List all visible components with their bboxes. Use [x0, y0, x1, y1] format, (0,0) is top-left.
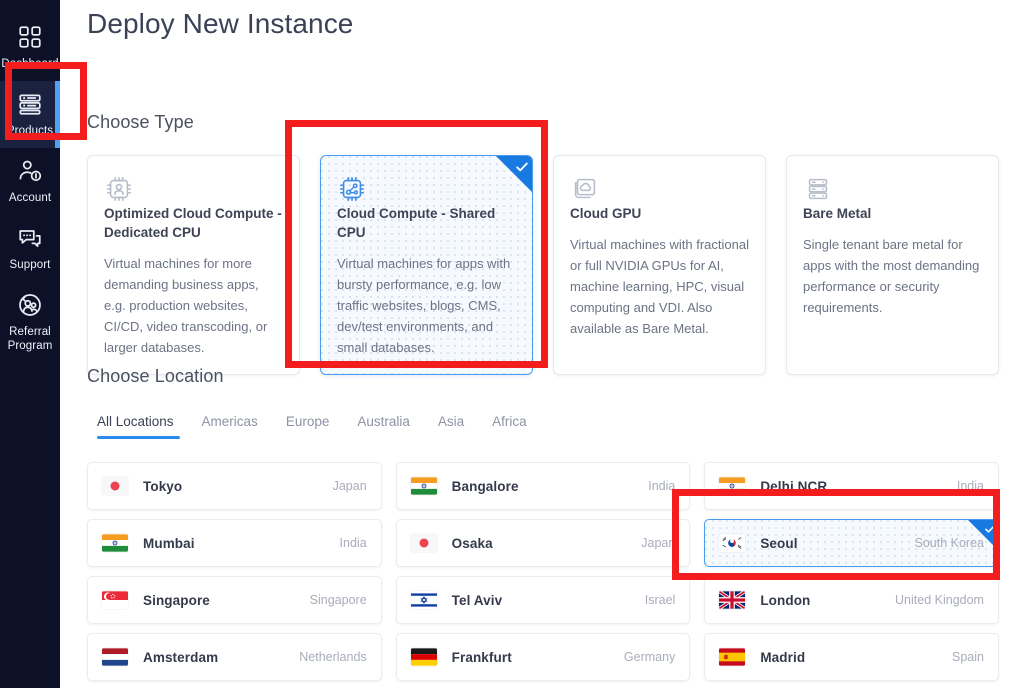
- location-country: India: [339, 536, 367, 550]
- location-city: Tel Aviv: [451, 592, 503, 608]
- user-account-icon: [17, 158, 43, 184]
- chat-support-icon: [17, 225, 43, 251]
- location-country: United Kingdom: [895, 593, 984, 607]
- flag-icon-sg: [102, 591, 128, 609]
- location-city: Delhi NCR: [760, 478, 828, 494]
- referral-users-icon: [17, 292, 43, 318]
- instance-type-card-grid: Optimized Cloud Compute - Dedicated CPU V…: [87, 155, 999, 375]
- location-city: Amsterdam: [143, 649, 219, 665]
- location-country: Netherlands: [299, 650, 367, 664]
- location-card[interactable]: Frankfurt Germany: [395, 633, 691, 681]
- choose-type-heading: Choose Type: [87, 112, 194, 132]
- location-city: Osaka: [451, 535, 493, 551]
- instance-type-description: Virtual machines for more demanding busi…: [104, 256, 268, 355]
- location-card[interactable]: Mumbai India: [87, 519, 382, 567]
- location-city: London: [760, 592, 811, 608]
- flag-icon-il: [410, 591, 437, 609]
- location-country: India: [956, 479, 984, 493]
- sidebar-item-referral-program[interactable]: Referral Program: [0, 282, 60, 363]
- main-content: Deploy New Instance Choose Type Optimize…: [60, 0, 1024, 688]
- location-country: Israel: [644, 593, 676, 607]
- choose-location-heading: Choose Location: [87, 366, 224, 386]
- tab-asia[interactable]: Asia: [424, 410, 478, 439]
- flag-icon-jp: [410, 534, 437, 552]
- location-card[interactable]: London United Kingdom: [704, 576, 999, 624]
- sidebar-item-label: Referral Program: [7, 326, 53, 352]
- tab-australia[interactable]: Australia: [343, 410, 424, 439]
- location-card[interactable]: Osaka Japan: [395, 519, 691, 567]
- location-country: Spain: [952, 650, 984, 664]
- selected-check-icon: [496, 156, 532, 192]
- location-city: Seoul: [760, 535, 798, 551]
- bare-metal-server-icon: [803, 174, 982, 204]
- location-card[interactable]: Amsterdam Netherlands: [87, 633, 382, 681]
- flag-icon-de: [410, 648, 437, 666]
- active-indicator-bar: [55, 81, 60, 148]
- location-country: India: [648, 479, 676, 493]
- sidebar-item-products[interactable]: Products: [0, 81, 60, 148]
- location-country: Japan: [641, 536, 676, 550]
- flag-icon-in: [719, 477, 746, 495]
- flag-icon-nl: [102, 648, 128, 666]
- page-title: Deploy New Instance: [87, 8, 354, 39]
- selected-check-icon: [967, 520, 998, 550]
- location-card[interactable]: Tokyo Japan: [87, 462, 382, 510]
- location-country: Japan: [332, 479, 367, 493]
- gpu-cloud-icon: [570, 174, 749, 204]
- location-city: Singapore: [143, 592, 210, 608]
- flag-icon-jp: [102, 477, 128, 495]
- server-stack-icon: [17, 91, 43, 117]
- location-city: Frankfurt: [451, 649, 512, 665]
- sidebar-item-dashboard[interactable]: Dashboard: [0, 14, 60, 81]
- sidebar-item-account[interactable]: Account: [0, 148, 60, 215]
- tab-americas[interactable]: Americas: [188, 410, 272, 439]
- instance-type-title: Cloud GPU: [570, 206, 642, 221]
- location-card[interactable]: Madrid Spain: [704, 633, 999, 681]
- sidebar-nav: Dashboard Products Account Support Referral …: [0, 0, 60, 688]
- location-city: Mumbai: [143, 535, 195, 551]
- tab-africa[interactable]: Africa: [478, 410, 541, 439]
- flag-icon-es: [719, 648, 746, 666]
- location-city: Tokyo: [143, 478, 183, 494]
- location-card[interactable]: Seoul South Korea: [704, 519, 999, 567]
- cpu-shared-icon: [337, 174, 516, 204]
- sidebar-item-support[interactable]: Support: [0, 215, 60, 282]
- instance-type-card[interactable]: Optimized Cloud Compute - Dedicated CPU V…: [87, 155, 300, 375]
- grid-dashboard-icon: [17, 24, 43, 50]
- instance-type-description: Virtual machines for apps with bursty pe…: [337, 256, 511, 355]
- instance-type-card[interactable]: Bare Metal Single tenant bare metal for a…: [786, 155, 999, 375]
- flag-icon-gb: [719, 591, 746, 609]
- cpu-person-icon: [104, 174, 283, 204]
- sidebar-item-label: Support: [9, 259, 51, 271]
- location-city: Bangalore: [451, 478, 519, 494]
- tab-all-locations[interactable]: All Locations: [87, 410, 188, 439]
- location-card[interactable]: Singapore Singapore: [87, 576, 382, 624]
- location-country: Germany: [623, 650, 676, 664]
- location-region-tabs: All Locations Americas Europe Australia Asia…: [87, 410, 541, 439]
- location-country: Singapore: [309, 593, 367, 607]
- sidebar-item-label: Dashboard: [1, 58, 59, 70]
- instance-type-card[interactable]: Cloud GPU Virtual machines with fractiona…: [553, 155, 766, 375]
- instance-type-title: Cloud Compute - Shared CPU: [337, 206, 496, 240]
- location-card[interactable]: Tel Aviv Israel: [395, 576, 691, 624]
- instance-type-title: Optimized Cloud Compute - Dedicated CPU: [104, 206, 282, 240]
- flag-icon-kr: [719, 534, 746, 552]
- location-card[interactable]: Delhi NCR India: [704, 462, 999, 510]
- location-city: Madrid: [760, 649, 806, 665]
- instance-type-description: Virtual machines with fractional or full…: [570, 237, 749, 336]
- sidebar-item-label: Account: [8, 192, 52, 204]
- location-card[interactable]: Bangalore India: [395, 462, 691, 510]
- sidebar-item-label: Products: [6, 125, 54, 137]
- app-root: Dashboard Products Account Support Referral …: [0, 0, 1024, 688]
- flag-icon-in: [410, 477, 437, 495]
- tab-europe[interactable]: Europe: [272, 410, 344, 439]
- location-card-grid: Tokyo Japan Bangalore India Delhi NCR India Mu…: [87, 462, 999, 681]
- instance-type-card[interactable]: Cloud Compute - Shared CPU Virtual machin…: [320, 155, 533, 375]
- flag-icon-in: [102, 534, 128, 552]
- instance-type-description: Single tenant bare metal for apps with t…: [803, 237, 980, 315]
- instance-type-title: Bare Metal: [803, 206, 872, 221]
